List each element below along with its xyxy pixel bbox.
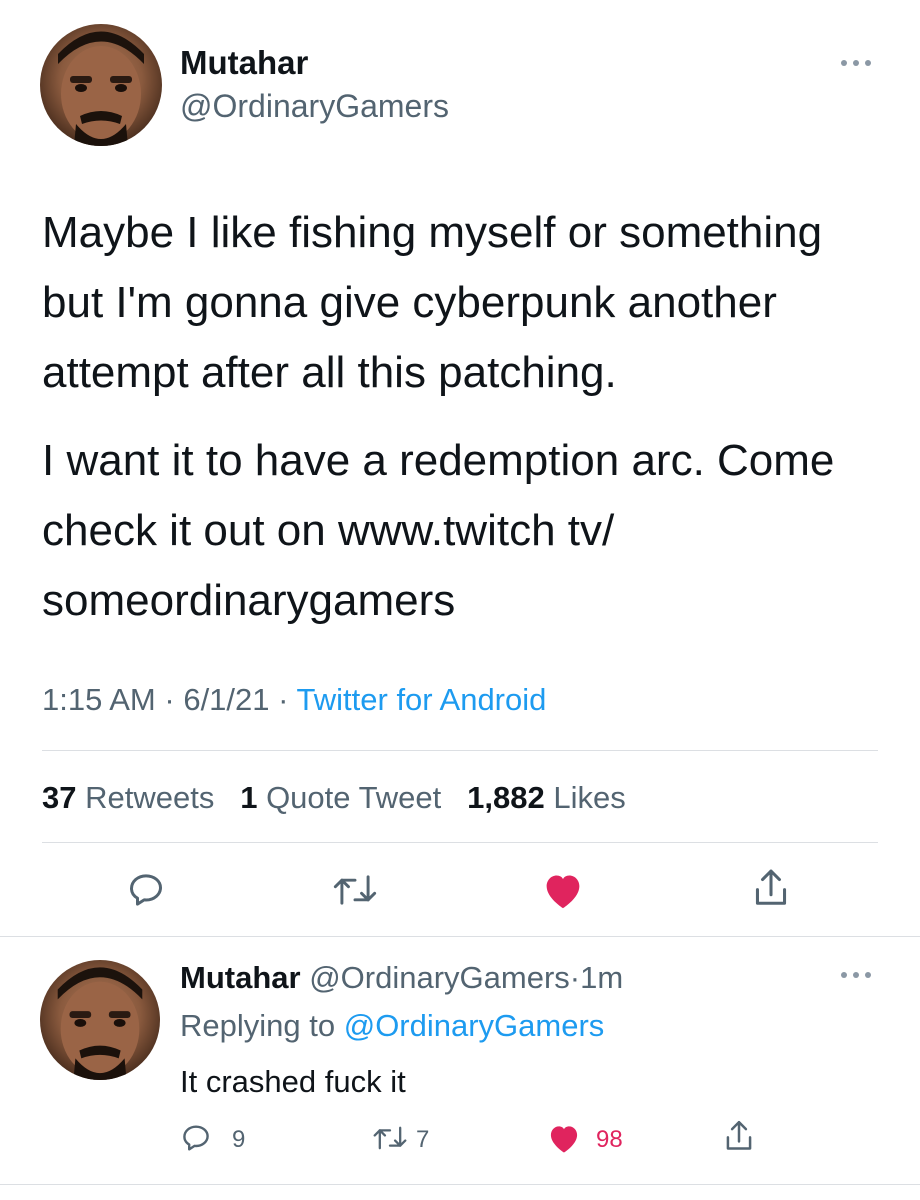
quotes-label: Quote Tweet [266, 780, 442, 815]
reply-separator: · [569, 960, 581, 995]
quotes-stat[interactable]: 1 Quote Tweet [240, 780, 441, 815]
tweet-paragraph-1: Maybe I like fishing myself or something… [42, 208, 823, 397]
reply-reply-count: 9 [232, 1126, 246, 1153]
tweet-paragraph-2: I want it to have a redemption arc. Come… [42, 436, 835, 625]
divider-bottom [0, 936, 920, 937]
divider-end [0, 1184, 920, 1185]
reply-author-name[interactable]: Mutahar [180, 960, 301, 995]
replying-to-label: Replying to [180, 1008, 336, 1043]
replying-to-handle[interactable]: @OrdinaryGamers [344, 1008, 605, 1043]
reply-retweet-count: 7 [416, 1126, 430, 1153]
likes-label: Likes [553, 780, 626, 815]
like-icon[interactable] [541, 870, 585, 910]
reply-like-icon[interactable] [546, 1122, 582, 1154]
reply-icon[interactable] [126, 870, 166, 910]
reply-age[interactable]: 1m [580, 960, 623, 995]
replying-to-line: Replying to @OrdinaryGamers [180, 1008, 604, 1044]
retweets-count: 37 [42, 780, 77, 815]
reply-share-icon[interactable] [722, 1118, 756, 1154]
tweet-meta: 1:15 AM · 6/1/21 · Twitter for Android [42, 682, 546, 718]
reply-header: Mutahar @OrdinaryGamers·1m [180, 960, 623, 996]
divider-middle [42, 842, 878, 843]
reply-author-handle[interactable]: @OrdinaryGamers [309, 960, 570, 995]
author-handle[interactable]: @OrdinaryGamers [180, 88, 449, 125]
likes-stat[interactable]: 1,882 Likes [467, 780, 626, 815]
reply-reply-icon[interactable] [180, 1122, 212, 1154]
tweet-stats: 37 Retweets 1 Quote Tweet 1,882 Likes [42, 780, 626, 816]
tweet-date[interactable]: 6/1/21 [183, 682, 269, 717]
reply-retweet-icon[interactable] [372, 1124, 408, 1152]
more-dots-icon[interactable] [838, 50, 874, 76]
reply-text: It crashed fuck it [180, 1064, 406, 1099]
tweet-text: Maybe I like fishing myself or something… [42, 198, 882, 636]
meta-separator-2: · [278, 682, 289, 717]
retweets-label: Retweets [85, 780, 215, 815]
tweet-time[interactable]: 1:15 AM [42, 682, 156, 717]
retweets-stat[interactable]: 37 Retweets [42, 780, 214, 815]
quotes-count: 1 [240, 780, 258, 815]
reply-more-dots-icon[interactable] [838, 968, 874, 987]
divider-top [42, 750, 878, 751]
retweet-icon[interactable] [332, 872, 378, 908]
share-icon[interactable] [750, 866, 792, 910]
reply-like-count: 98 [596, 1126, 623, 1153]
meta-separator: · [164, 682, 175, 717]
likes-count: 1,882 [467, 780, 545, 815]
author-name[interactable]: Mutahar [180, 44, 308, 82]
tweet-source-link[interactable]: Twitter for Android [297, 682, 547, 717]
author-avatar[interactable] [40, 24, 162, 146]
reply-author-avatar[interactable] [40, 960, 160, 1080]
